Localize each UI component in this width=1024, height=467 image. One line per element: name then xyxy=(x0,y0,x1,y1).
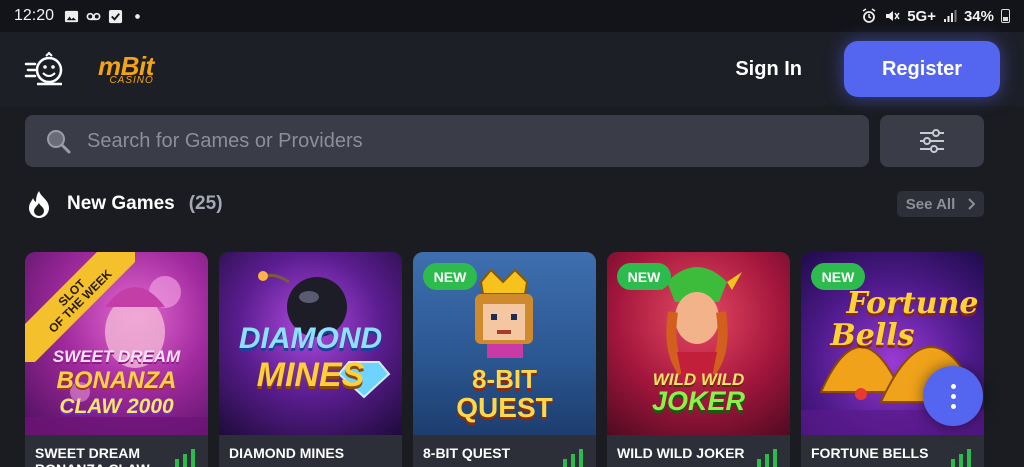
game-card-footer: SWEET DREAM BONANZA CLAW xyxy=(25,435,208,467)
popularity-bars-icon xyxy=(563,449,583,467)
brand-logo[interactable]: mBit CASINO xyxy=(98,53,154,86)
game-name: DIAMOND MINES xyxy=(229,445,345,461)
game-card[interactable]: SLOT OF THE WEEK SWEET DREAM BONANZA CLAW… xyxy=(25,252,208,467)
game-card[interactable]: NEW WILD WILD JOKER WILD WILD JOKER xyxy=(607,252,790,467)
checkbox-icon xyxy=(108,9,123,23)
game-card[interactable]: NEW Fortune Bells FORTUNE BELLS xyxy=(801,252,984,467)
section-title: New Games xyxy=(67,193,175,214)
game-card-footer: WILD WILD JOKER xyxy=(607,435,790,467)
battery-icon xyxy=(1001,9,1010,23)
popularity-bars-icon xyxy=(757,449,777,467)
game-name: FORTUNE BELLS xyxy=(811,445,929,461)
art-title-line2: QUEST xyxy=(456,392,553,423)
status-bar: 12:20 5G+ 34% xyxy=(0,0,1024,32)
game-thumbnail: NEW 8-BIT QUEST xyxy=(413,252,596,435)
menu-icon[interactable] xyxy=(24,51,68,87)
art-title-line1: Fortune xyxy=(846,286,979,321)
gallery-icon xyxy=(64,10,79,22)
game-card-footer: 8-BIT QUEST xyxy=(413,435,596,467)
dot-icon xyxy=(135,13,140,19)
network-label: 5G+ xyxy=(907,7,936,25)
game-card[interactable]: NEW 8-BIT QUEST 8-BIT QUEST xyxy=(413,252,596,467)
mute-icon xyxy=(886,11,900,21)
fab-dot xyxy=(950,403,956,409)
alarm-icon xyxy=(862,8,876,23)
game-thumbnail: SLOT OF THE WEEK SWEET DREAM BONANZA CLAW… xyxy=(25,252,208,435)
fab-dot xyxy=(950,383,956,389)
game-thumbnail: NEW WILD WILD JOKER xyxy=(607,252,790,435)
fire-icon xyxy=(29,191,49,218)
chevron-right-icon xyxy=(968,198,976,210)
search-input[interactable] xyxy=(87,129,787,153)
sign-in-button[interactable]: Sign In xyxy=(735,58,802,81)
search-bar[interactable] xyxy=(25,115,869,167)
see-all-label: See All xyxy=(905,195,956,213)
status-right: 5G+ 34% xyxy=(861,8,1010,25)
art-title-line1: 8-BIT xyxy=(472,364,537,394)
slot-of-week-ribbon: SLOT OF THE WEEK xyxy=(25,252,135,362)
top-header: mBit CASINO Sign In Register xyxy=(0,32,1024,106)
new-badge: NEW xyxy=(811,263,865,290)
game-name: 8-BIT QUEST xyxy=(423,445,511,461)
see-all-button[interactable]: See All xyxy=(897,191,984,217)
game-thumbnail: DIAMOND MINES xyxy=(219,252,402,435)
popularity-bars-icon xyxy=(175,449,195,467)
battery-label: 34% xyxy=(963,7,994,25)
game-name: SWEET DREAM BONANZA CLAW xyxy=(35,445,150,467)
fab-dot xyxy=(950,393,956,399)
filter-button[interactable] xyxy=(880,115,984,167)
more-options-button[interactable] xyxy=(923,366,983,426)
art-title-line2: MINES xyxy=(256,356,365,394)
new-badge: NEW xyxy=(423,263,477,290)
art-title-line2: BONANZA xyxy=(56,367,177,394)
art-title-line2: JOKER xyxy=(651,386,746,416)
game-card-footer: FORTUNE BELLS xyxy=(801,435,984,467)
games-row: SLOT OF THE WEEK SWEET DREAM BONANZA CLAW… xyxy=(25,252,984,467)
search-icon xyxy=(47,130,71,154)
popularity-bars-icon xyxy=(951,449,971,467)
new-badge: NEW xyxy=(617,263,671,290)
art-title-line3: CLAW 2000 xyxy=(59,395,174,418)
game-card-footer: DIAMOND MINES xyxy=(219,435,402,467)
art-title-line1: DIAMOND xyxy=(238,322,383,355)
signal-icon xyxy=(943,10,957,22)
logo-sub-text: CASINO xyxy=(109,74,154,86)
new-games-header: New Games (25) See All xyxy=(25,186,984,222)
art-title-line2: Bells xyxy=(830,318,915,353)
voicemail-icon xyxy=(86,12,101,20)
section-count: (25) xyxy=(188,193,223,214)
status-time: 12:20 xyxy=(14,7,55,24)
register-button[interactable]: Register xyxy=(844,41,1000,97)
game-name: WILD WILD JOKER xyxy=(617,445,745,461)
game-card[interactable]: DIAMOND MINES DIAMOND MINES xyxy=(219,252,402,467)
sliders-icon xyxy=(920,129,944,153)
